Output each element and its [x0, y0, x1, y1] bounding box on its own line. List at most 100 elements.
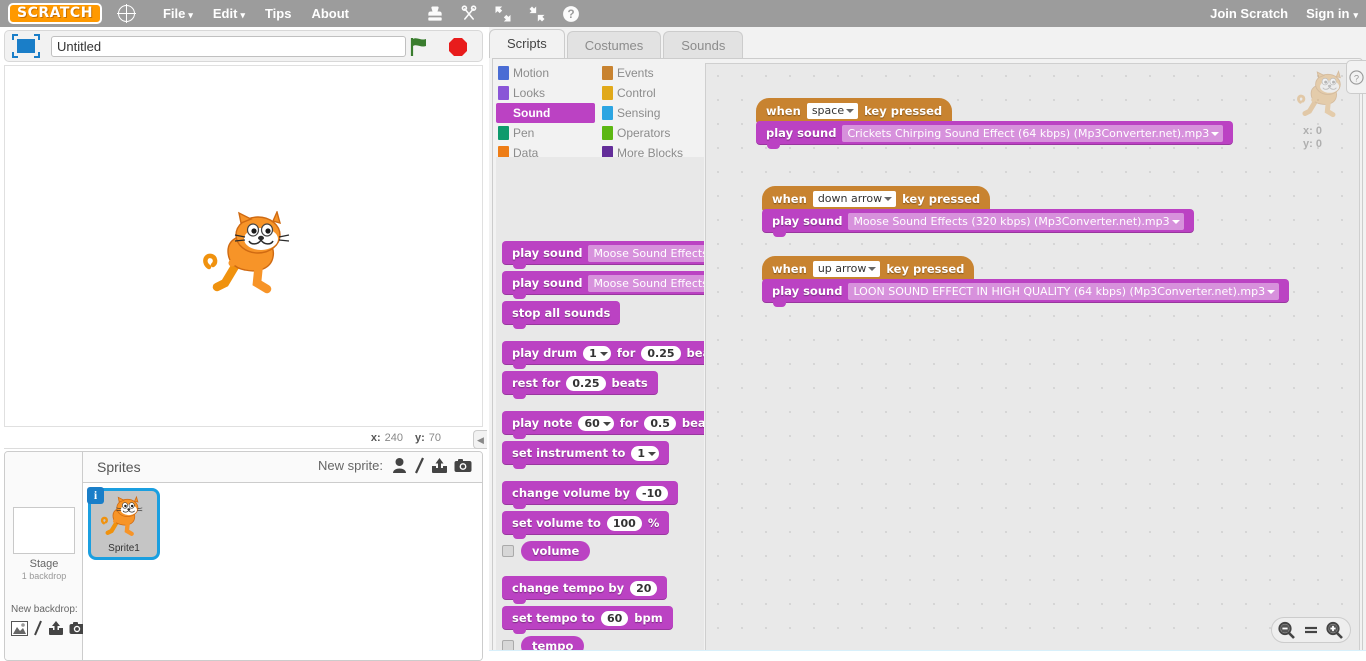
menu-file[interactable]: File ▾ [153, 2, 203, 25]
library-image-icon[interactable] [11, 620, 28, 636]
zoom-out-icon[interactable] [1276, 620, 1298, 640]
stage-sprite-cat[interactable] [201, 211, 301, 297]
beats-input[interactable]: 0.5 [644, 415, 676, 431]
block-label: play sound [512, 246, 583, 260]
beats-input[interactable]: 0.25 [566, 375, 606, 391]
sprite-card-sprite1[interactable]: i Sprite1 [87, 487, 160, 560]
palette-reporter-volume[interactable]: volume [521, 541, 591, 561]
svg-text:?: ? [1354, 73, 1359, 83]
note-dropdown[interactable]: 60 [578, 415, 614, 431]
beats-input[interactable]: 0.25 [641, 345, 681, 361]
upload-icon[interactable] [48, 620, 64, 636]
category-motion[interactable]: Motion [496, 63, 595, 83]
menu-tips-label: Tips [264, 6, 292, 21]
sound-dropdown[interactable]: Moose Sound Effects (320 [588, 274, 704, 292]
top-menu-bar: SCRATCH File ▾ Edit ▾ Tips About ? Join … [0, 0, 1366, 27]
sprites-title: Sprites [97, 459, 141, 475]
upload-icon[interactable] [431, 457, 448, 474]
sound-dropdown[interactable]: Crickets Chirping Sound Effect (64 kbps)… [842, 124, 1224, 142]
fullscreen-stage-icon[interactable] [11, 34, 41, 58]
tab-costumes[interactable]: Costumes [566, 31, 662, 58]
category-operators[interactable]: Operators [600, 123, 699, 143]
sprite-library-icon[interactable] [391, 457, 408, 474]
block-play-sound[interactable]: play sound Moose Sound Effects (320 kbps… [762, 209, 1194, 237]
project-name-input[interactable] [51, 35, 406, 57]
palette-block-play-note[interactable]: play note 60 for 0.5 beats [502, 411, 704, 439]
volume-monitor-checkbox[interactable] [502, 545, 514, 557]
tempo-delta-input[interactable]: 20 [630, 580, 658, 596]
sign-in-button[interactable]: Sign in ▾ [1306, 6, 1358, 21]
palette-block-play-drum[interactable]: play drum 1 for 0.25 beats [502, 341, 704, 369]
palette-block-set-tempo[interactable]: set tempo to 60 bpm [502, 606, 673, 634]
palette-block-change-tempo[interactable]: change tempo by 20 [502, 576, 668, 604]
script-when-down-arrow-key-pressed[interactable]: when down arrow key pressed play sound M… [762, 186, 1194, 237]
palette-block-play-sound[interactable]: play sound Moose Sound Effects (320 [502, 241, 704, 269]
script-when-up-arrow-key-pressed[interactable]: when up arrow key pressed play sound LOO… [762, 256, 1290, 307]
instrument-value: 1 [637, 446, 645, 460]
category-swatch [498, 66, 509, 80]
key-dropdown[interactable]: space [806, 103, 859, 119]
category-sound[interactable]: Sound [496, 103, 595, 123]
block-label: key pressed [886, 262, 965, 276]
block-label: for [616, 346, 636, 360]
sound-dropdown[interactable]: Moose Sound Effects (320 kbps) (Mp3Conve… [848, 212, 1184, 230]
palette-block-stop-all-sounds[interactable]: stop all sounds [502, 301, 621, 329]
block-play-sound[interactable]: play sound LOON SOUND EFFECT IN HIGH QUA… [762, 279, 1290, 307]
block-label: when [772, 192, 807, 206]
stop-sign-icon[interactable] [448, 37, 468, 57]
palette-block-change-volume[interactable]: change volume by -10 [502, 481, 678, 509]
paint-brush-icon[interactable] [414, 457, 425, 474]
sound-dropdown[interactable]: Moose Sound Effects (320 [588, 244, 704, 262]
stage-thumbnail[interactable] [13, 507, 75, 554]
menu-tips[interactable]: Tips [255, 2, 302, 25]
category-pen[interactable]: Pen [496, 123, 595, 143]
menu-about[interactable]: About [301, 2, 359, 25]
block-play-sound[interactable]: play sound Crickets Chirping Sound Effec… [756, 121, 1234, 149]
script-when-space-key-pressed[interactable]: when space key pressed play sound Cricke… [756, 98, 1234, 149]
globe-icon[interactable] [117, 4, 136, 23]
block-label: change tempo by [512, 581, 625, 595]
new-backdrop-label: New backdrop: [11, 604, 78, 615]
key-dropdown[interactable]: down arrow [812, 191, 897, 207]
tab-sounds[interactable]: Sounds [663, 31, 744, 58]
instrument-dropdown[interactable]: 1 [631, 445, 659, 461]
grow-icon[interactable] [493, 4, 513, 24]
volume-input[interactable]: 100 [606, 515, 642, 531]
tab-scripts[interactable]: Scripts [489, 29, 565, 58]
stamp-icon[interactable] [425, 4, 445, 24]
collapse-right-icon[interactable]: ◀ [473, 430, 487, 449]
help-panel-button[interactable]: ? [1346, 60, 1366, 94]
stage-canvas[interactable] [4, 65, 483, 427]
palette-block-play-sound-until-done[interactable]: play sound Moose Sound Effects (320 [502, 271, 704, 299]
palette-block-set-volume[interactable]: set volume to 100 % [502, 511, 670, 539]
tempo-input[interactable]: 60 [600, 610, 629, 626]
menu-tool-icons: ? [425, 0, 581, 27]
palette-block-set-instrument[interactable]: set instrument to 1 [502, 441, 669, 469]
help-icon[interactable]: ? [561, 4, 581, 24]
key-dropdown[interactable]: up arrow [812, 261, 881, 277]
palette-reporter-volume-row: volume [502, 541, 591, 561]
scissors-icon[interactable] [459, 4, 479, 24]
block-palette[interactable]: play sound Moose Sound Effects (320 play… [496, 157, 704, 652]
green-flag-icon[interactable] [408, 37, 430, 57]
camera-icon[interactable] [454, 458, 472, 473]
scripts-canvas[interactable]: when space key pressed play sound Cricke… [705, 63, 1360, 652]
category-sensing[interactable]: Sensing [600, 103, 699, 123]
stage-selector[interactable]: Stage 1 backdrop New backdrop: [5, 452, 86, 660]
zoom-in-icon[interactable] [1324, 620, 1346, 640]
block-label: rest for [512, 376, 561, 390]
drum-dropdown[interactable]: 1 [583, 345, 611, 361]
sound-dropdown[interactable]: LOON SOUND EFFECT IN HIGH QUALITY (64 kb… [848, 282, 1280, 300]
palette-block-rest-for-beats[interactable]: rest for 0.25 beats [502, 371, 658, 399]
category-events[interactable]: Events [600, 63, 699, 83]
volume-delta-input[interactable]: -10 [636, 485, 668, 501]
category-looks[interactable]: Looks [496, 83, 595, 103]
zoom-reset-icon[interactable] [1300, 620, 1322, 640]
join-scratch-button[interactable]: Join Scratch [1210, 6, 1288, 21]
menu-edit[interactable]: Edit ▾ [203, 2, 255, 25]
shrink-icon[interactable] [527, 4, 547, 24]
scratch-logo[interactable]: SCRATCH [8, 3, 102, 24]
paint-brush-icon[interactable] [33, 620, 43, 636]
bottom-strip [489, 650, 1366, 661]
category-control[interactable]: Control [600, 83, 699, 103]
